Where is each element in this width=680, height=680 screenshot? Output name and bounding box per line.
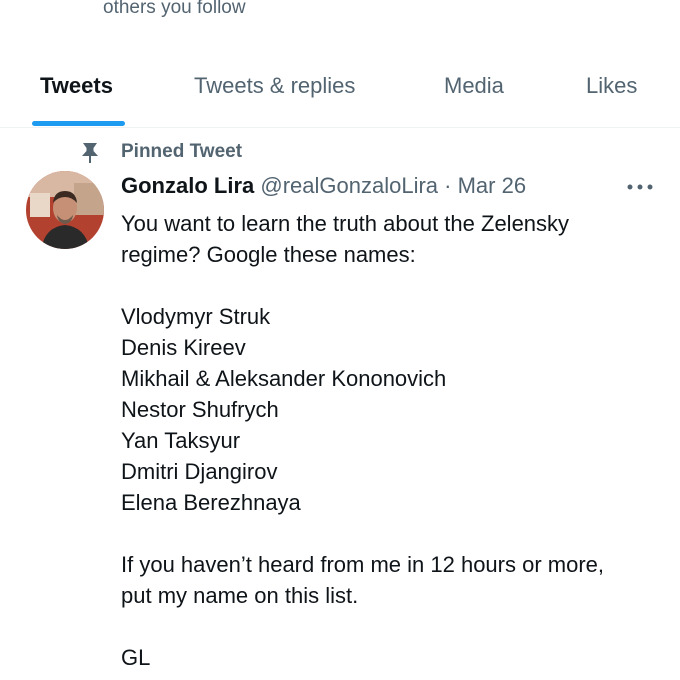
tab-media[interactable]: Media — [444, 73, 504, 99]
tab-likes[interactable]: Likes — [586, 73, 637, 99]
tweet-line: If you haven’t heard from me in 12 hours… — [121, 552, 605, 577]
pinned-tweet-label: Pinned Tweet — [121, 141, 243, 162]
avatar[interactable] — [26, 171, 104, 249]
tabs-divider — [0, 127, 680, 128]
tab-tweets[interactable]: Tweets — [40, 73, 113, 99]
separator-dot: · — [444, 173, 452, 198]
more-icon[interactable] — [626, 182, 654, 192]
active-tab-indicator — [32, 121, 125, 126]
author-name[interactable]: Gonzalo Lira — [121, 173, 254, 198]
tweet-line: Elena Berezhnaya — [121, 490, 301, 515]
author-handle[interactable]: @realGonzaloLira — [260, 173, 438, 198]
tweet-line: Yan Taksyur — [121, 428, 241, 453]
tab-tweets-and-replies[interactable]: Tweets & replies — [194, 73, 355, 99]
tweet-line: regime? Google these names: — [121, 242, 416, 267]
tweet-line: put my name on this list. — [121, 583, 359, 608]
tweet-date[interactable]: Mar 26 — [458, 173, 526, 198]
pin-icon — [82, 143, 98, 163]
profile-tabs: Tweets Tweets & replies Media Likes — [0, 60, 680, 128]
tweet-line: You want to learn the truth about the Ze… — [121, 211, 570, 236]
tweet-text: You want to learn the truth about the Ze… — [121, 208, 661, 673]
tweet-header: Gonzalo Lira @realGonzaloLira · Mar 26 — [121, 173, 526, 199]
tweet-line: Denis Kireev — [121, 335, 246, 360]
tweet-line: Vlodymyr Struk — [121, 304, 271, 329]
tweet-line: Nestor Shufrych — [121, 397, 279, 422]
tweet-line: Dmitri Djangirov — [121, 459, 278, 484]
tweet-line: Mikhail & Aleksander Kononovich — [121, 366, 447, 391]
tweet-line: GL — [121, 645, 151, 670]
following-context-snippet: others you follow — [103, 0, 246, 18]
